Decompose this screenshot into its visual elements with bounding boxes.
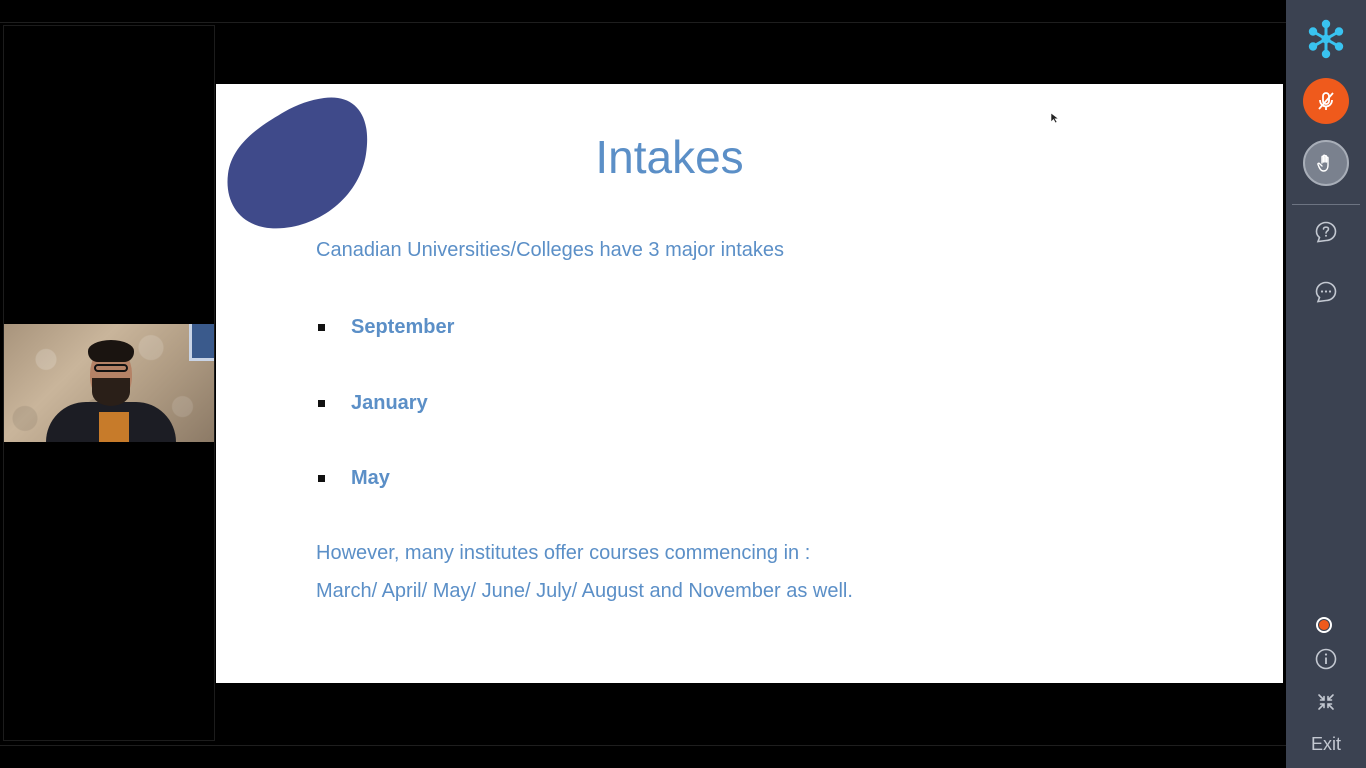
slide-intro-text: Canadian Universities/Colleges have 3 ma…	[316, 239, 785, 261]
raise-hand-button[interactable]	[1303, 140, 1349, 186]
help-button[interactable]	[1312, 218, 1340, 246]
shared-slide: Intakes Canadian Universities/Colleges h…	[216, 84, 1283, 683]
raise-hand-icon	[1317, 154, 1329, 172]
participant-video-tile[interactable]	[4, 324, 214, 442]
mic-muted-icon	[1318, 92, 1334, 110]
slide-title-text: Intakes	[595, 131, 744, 183]
stage-top-divider	[0, 22, 1286, 23]
bullet-label: January	[351, 392, 428, 414]
bullet-dot-icon	[318, 475, 325, 482]
chat-icon	[1315, 281, 1337, 303]
slide-note-line-1: However, many institutes offer courses c…	[316, 542, 811, 564]
participant-hair	[88, 340, 134, 362]
exit-button[interactable]: Exit	[1286, 734, 1366, 755]
bullet-item-january: January	[316, 392, 428, 415]
info-button[interactable]	[1312, 645, 1340, 673]
meeting-controls-sidebar: Exit	[1286, 0, 1366, 768]
help-icon	[1315, 221, 1337, 243]
meeting-stage: Intakes Canadian Universities/Colleges h…	[0, 0, 1286, 768]
mute-toggle-button[interactable]	[1303, 78, 1349, 124]
bullet-dot-icon	[318, 324, 325, 331]
recording-dot	[1319, 620, 1329, 630]
video-wall-frame	[189, 324, 214, 361]
participant-shirt	[99, 412, 129, 442]
mouse-cursor-icon	[1050, 112, 1060, 124]
bullet-dot-icon	[318, 400, 325, 407]
bullet-label: September	[351, 316, 455, 338]
recording-indicator-icon	[1316, 617, 1332, 633]
app-logo-icon[interactable]	[1306, 19, 1346, 59]
stage-bottom-divider	[0, 745, 1286, 746]
sidebar-divider	[1292, 204, 1360, 205]
bullet-label: May	[351, 467, 390, 489]
participant-glasses	[94, 364, 128, 372]
bullet-item-september: September	[316, 316, 454, 339]
participant-beard	[92, 378, 130, 406]
chat-button[interactable]	[1312, 278, 1340, 306]
slide-note-line-2: March/ April/ May/ June/ July/ August an…	[316, 580, 853, 602]
minimize-icon	[1318, 694, 1334, 710]
bullet-item-may: May	[316, 467, 390, 490]
slide-title: Intakes	[216, 130, 1123, 184]
minimize-button[interactable]	[1312, 688, 1340, 716]
info-icon	[1315, 648, 1337, 670]
